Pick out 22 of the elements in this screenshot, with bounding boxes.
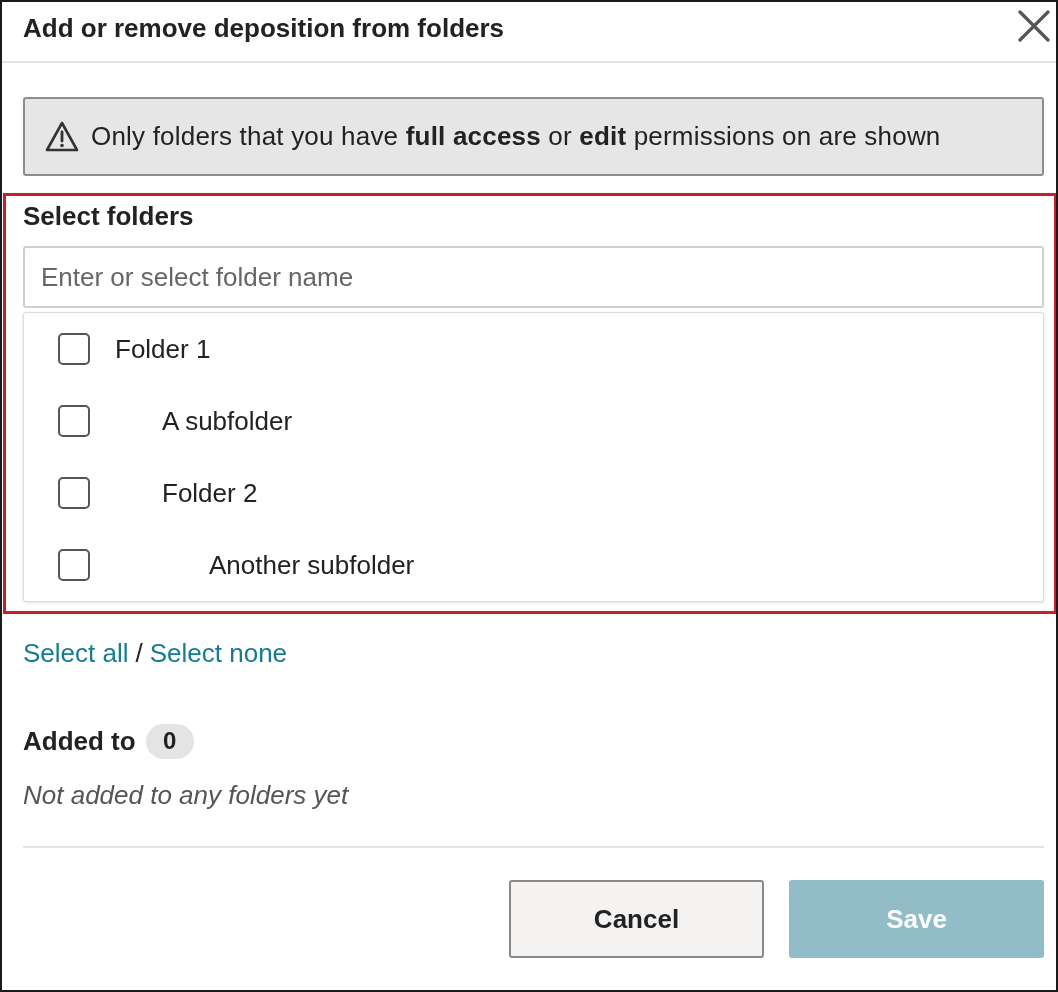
empty-message: Not added to any folders yet [23, 779, 349, 811]
folder-search-field[interactable]: Enter or select folder name [23, 246, 1044, 308]
checkbox[interactable] [58, 477, 90, 509]
select-all-link[interactable]: Select all [23, 637, 129, 669]
select-none-link[interactable]: Select none [149, 637, 288, 669]
close-button[interactable] [1018, 9, 1050, 42]
folder-label[interactable]: A subfolder [162, 405, 293, 437]
checkbox[interactable] [58, 549, 90, 581]
count-badge: 0 [145, 723, 194, 759]
checkbox[interactable] [58, 405, 90, 437]
field-label: Select folders [23, 200, 194, 233]
notice-text: Only folders that you have full access or edit permissions on are shown [91, 121, 941, 152]
folder-label[interactable]: Folder 1 [115, 333, 211, 365]
added-to-label: Added to [23, 725, 136, 757]
cancel-button[interactable]: Cancel [509, 880, 764, 958]
checkbox[interactable] [58, 333, 90, 365]
folder-label[interactable]: Another subfolder [209, 549, 415, 581]
warning-icon [45, 120, 79, 153]
folder-label[interactable]: Folder 2 [162, 477, 258, 509]
link-separator: / [135, 637, 143, 669]
close-icon [1018, 9, 1050, 42]
dialog-title: Add or remove deposition from folders [23, 11, 505, 45]
